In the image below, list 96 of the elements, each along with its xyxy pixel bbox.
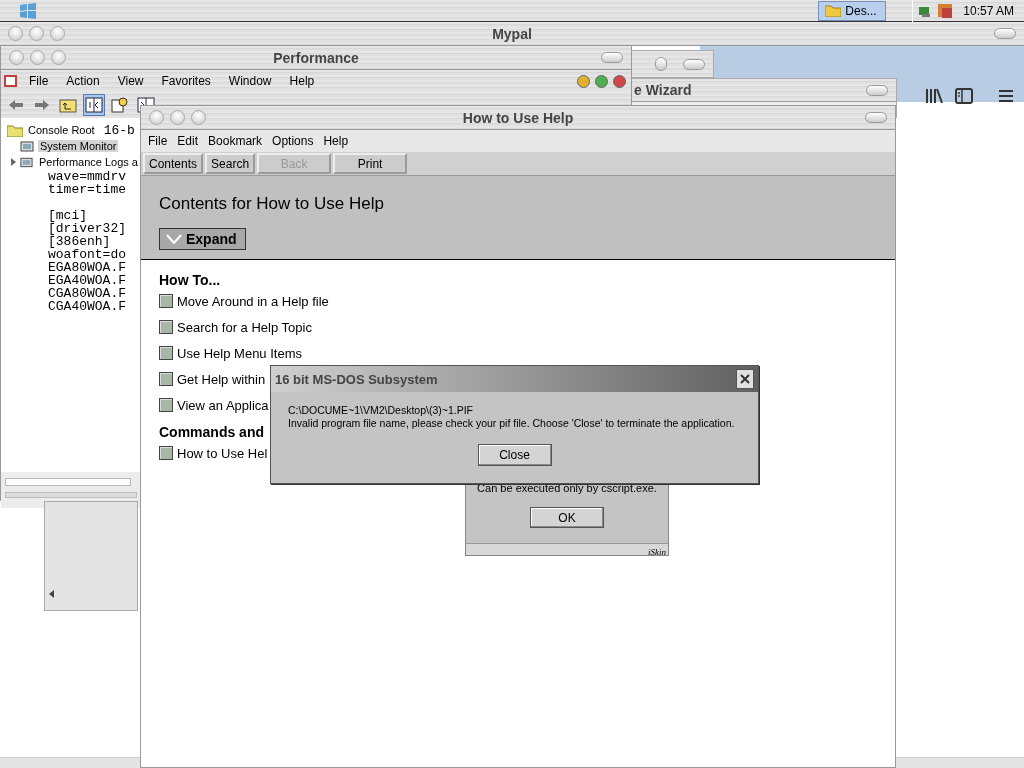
notepad-text: wave=mmdrv <box>48 169 126 184</box>
horizontal-scrollbar[interactable] <box>5 492 137 498</box>
window-title: Mypal <box>491 25 533 42</box>
library-icon[interactable] <box>925 88 943 104</box>
topic-link[interactable]: View an Applica <box>177 397 269 413</box>
toolbar-button[interactable]: Contents <box>143 153 204 174</box>
section-heading: Commands and <box>159 424 264 440</box>
window-button-icon[interactable] <box>149 110 164 125</box>
pane-icon <box>85 97 103 113</box>
collapse-icon[interactable] <box>683 58 705 70</box>
tree-item[interactable]: Console Root <box>26 124 97 136</box>
window-button-icon[interactable] <box>8 26 23 41</box>
window-button-icon[interactable] <box>51 50 66 65</box>
maximize-icon[interactable] <box>595 74 608 88</box>
right-arrow-icon <box>33 97 51 113</box>
collapse-icon[interactable] <box>865 112 887 123</box>
menu-item[interactable]: Help <box>318 134 354 148</box>
notepad-text: timer=time <box>48 182 126 197</box>
notepad-text: EGA40WOA.F <box>48 273 126 288</box>
page-heading: Contents for How to Use Help <box>159 194 385 214</box>
window-button-icon[interactable] <box>170 110 185 125</box>
left-arrow-icon <box>7 97 25 113</box>
book-icon <box>159 446 173 460</box>
menu-item[interactable]: Window <box>219 74 281 88</box>
close-button[interactable] <box>736 369 754 389</box>
close-icon[interactable] <box>613 74 626 88</box>
book-icon <box>159 294 173 308</box>
window-button-icon[interactable] <box>29 26 44 41</box>
toolbar-button[interactable]: Print <box>333 153 408 174</box>
brand-label: iSkin <box>648 547 667 558</box>
minimize-icon[interactable] <box>577 74 590 88</box>
collapse-icon[interactable] <box>601 52 623 63</box>
notepad-text: CGA80WOA.F <box>48 286 126 301</box>
window-button-icon[interactable] <box>30 50 45 65</box>
menu-item[interactable]: File <box>19 74 58 88</box>
monitor-icon <box>19 139 35 153</box>
folder-icon <box>825 4 842 17</box>
menu-item[interactable]: Help <box>280 74 324 88</box>
folder-icon <box>7 123 23 137</box>
clock: 10:57 AM <box>963 3 1014 18</box>
sidebar-icon[interactable] <box>955 88 973 104</box>
horizontal-scrollbar[interactable] <box>5 478 131 486</box>
window-button-icon[interactable] <box>50 26 65 41</box>
menu-item[interactable]: Bookmark <box>203 134 268 148</box>
book-icon <box>159 346 173 360</box>
notepad-text: woafont=do <box>48 247 126 262</box>
menu-item[interactable]: Favorites <box>152 74 220 88</box>
folder-up-icon <box>59 97 77 113</box>
taskbar-button[interactable]: Des... <box>818 0 887 21</box>
menu-item[interactable]: Options <box>267 134 319 148</box>
toolbar-button[interactable]: Search <box>205 153 256 174</box>
section-heading: How To... <box>159 272 221 288</box>
window-title: Performance <box>272 49 360 66</box>
pane-button[interactable] <box>83 94 105 116</box>
topic-link[interactable]: Use Help Menu Items <box>177 345 302 361</box>
book-icon <box>159 320 173 334</box>
collapse-icon[interactable] <box>994 28 1016 39</box>
monitor-icon <box>19 155 34 169</box>
window-button-icon[interactable] <box>191 110 206 125</box>
dialog-message: Invalid program file name, please check your pif file. Choose 'Close' to terminate the application. <box>288 417 736 430</box>
help-button[interactable] <box>109 94 131 116</box>
window-title: e Wizard <box>634 82 692 98</box>
notepad-text: CGA40WOA.F <box>48 299 126 314</box>
help-icon <box>111 97 129 113</box>
topic-link[interactable]: Move Around in a Help file <box>177 293 329 309</box>
ok-button[interactable]: OK <box>530 507 604 528</box>
notepad-text: [mci] <box>48 208 87 223</box>
menu-icon[interactable] <box>999 90 1013 102</box>
notepad-text: [driver32] <box>48 221 126 236</box>
menu-item[interactable]: File <box>143 134 173 148</box>
chevron-down-icon <box>166 234 182 244</box>
collapse-icon[interactable] <box>866 84 888 96</box>
dialog-message: C:\DOCUME~1\VM2\Desktop\(3)~1.PIF <box>288 404 474 417</box>
topic-link[interactable]: Get Help within <box>177 371 266 387</box>
menu-item[interactable]: View <box>108 74 153 88</box>
notepad-text: EGA80WOA.F <box>48 260 126 275</box>
start-icon[interactable] <box>18 1 38 20</box>
close-button[interactable]: Close <box>477 444 552 466</box>
window-title: 16 bit MS-DOS Subsystem <box>275 371 438 387</box>
close-icon <box>740 374 750 384</box>
topic-link[interactable]: How to Use Hel <box>177 445 268 461</box>
tree-item[interactable]: System Monitor <box>38 140 119 152</box>
topic-link[interactable]: Search for a Help Topic <box>177 319 312 335</box>
notepad-text: [386enh] <box>48 234 111 249</box>
tree-item[interactable]: Performance Logs a <box>36 156 140 168</box>
window-title: How to Use Help <box>461 109 575 126</box>
window-button-icon[interactable] <box>655 57 667 71</box>
menu-item[interactable]: Action <box>57 74 109 88</box>
scroll-left-icon[interactable] <box>49 590 54 598</box>
window-button-icon[interactable] <box>9 50 24 65</box>
notepad-text: 16-b <box>103 122 135 138</box>
menu-item[interactable]: Edit <box>172 134 204 148</box>
expand-button[interactable]: Expand <box>159 228 246 250</box>
app-icon <box>3 73 19 89</box>
book-icon <box>159 398 173 412</box>
book-icon <box>159 372 173 386</box>
